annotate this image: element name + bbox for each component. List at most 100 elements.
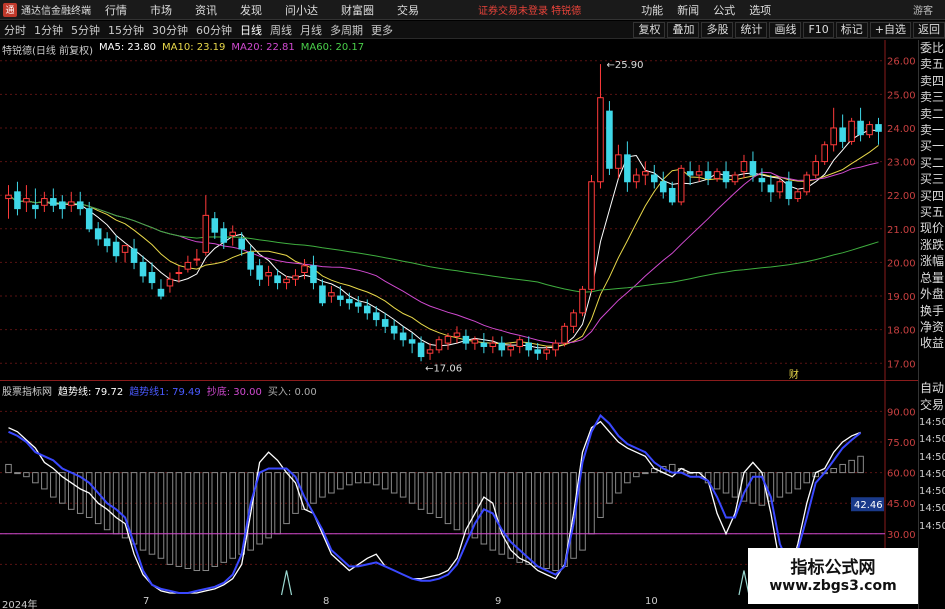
candle — [785, 171, 793, 206]
menu-options[interactable]: 选项 — [749, 2, 771, 18]
menu-market[interactable]: 市场 — [150, 2, 172, 18]
candle — [193, 248, 201, 266]
side-item[interactable]: 涨幅 — [919, 253, 945, 269]
candle — [857, 107, 864, 142]
candle — [642, 161, 649, 186]
overlay-button[interactable]: 叠加 — [667, 21, 700, 38]
candle-body — [363, 305, 371, 314]
side-item[interactable]: 外盘 — [919, 286, 945, 302]
side-item[interactable]: 委比 — [919, 40, 945, 56]
back-button[interactable]: 返回 — [913, 21, 945, 38]
candle — [426, 343, 434, 360]
side-item[interactable]: 交易 — [919, 397, 945, 414]
candle-body — [579, 288, 586, 314]
candle — [139, 255, 147, 283]
candle-body — [561, 325, 568, 344]
side-item[interactable]: 卖三 — [919, 89, 945, 105]
candle — [381, 312, 389, 334]
menu-news[interactable]: 资讯 — [195, 2, 217, 18]
side-item[interactable]: 卖四 — [919, 73, 945, 89]
main-chart-panel[interactable]: 26.00 25.00 24.00 23.00 22.00 21.00 20.00 19.00… — [0, 40, 918, 380]
side-item[interactable]: 买二 — [919, 155, 945, 171]
candle-body — [23, 198, 30, 203]
mark-button[interactable]: 标记 — [835, 21, 868, 38]
title-bar: 通 通达信金融终端 行情 市场 资讯 发现 问小达 财富圈 交易 证券交易未登录… — [0, 0, 945, 20]
low-price-label: ←17.06 — [425, 363, 462, 374]
tab-monthly[interactable]: 月线 — [296, 22, 326, 38]
tab-daily[interactable]: 日线 — [236, 22, 266, 38]
side-item[interactable]: 涨跌 — [919, 237, 945, 253]
histogram-bar — [310, 472, 317, 504]
candle-body — [489, 342, 497, 347]
candle-body — [310, 265, 317, 284]
menu-formula[interactable]: 公式 — [713, 2, 735, 18]
app-title: 通达信金融终端 — [21, 6, 91, 17]
candle-body — [453, 332, 461, 337]
side-item[interactable]: 现价 — [919, 220, 945, 236]
login-notice[interactable]: 证券交易未登录 特锐德 — [478, 2, 581, 17]
side-item[interactable]: 买四 — [919, 188, 945, 204]
side-item[interactable]: 总量 — [919, 270, 945, 286]
menu-discover[interactable]: 发现 — [240, 2, 262, 18]
candle-body — [624, 154, 631, 183]
menu-trade[interactable]: 交易 — [397, 2, 419, 18]
candlestick-chart[interactable]: 26.00 25.00 24.00 23.00 22.00 21.00 20.00 19.00… — [0, 40, 918, 380]
candle-body — [381, 319, 389, 327]
menu-ask[interactable]: 问小达 — [285, 2, 318, 18]
side-item[interactable]: 卖二 — [919, 106, 945, 122]
histogram-bar — [803, 472, 811, 484]
histogram-bar — [426, 472, 434, 514]
candle-body — [94, 228, 102, 240]
histogram-bar — [372, 472, 380, 486]
y-tick-label: 22.00 — [887, 191, 916, 202]
side-item[interactable]: 卖一 — [919, 122, 945, 138]
menu-newsfeed[interactable]: 新闻 — [677, 2, 699, 18]
tab-more[interactable]: 更多 — [367, 22, 397, 38]
finance-marker: 财 — [789, 368, 799, 380]
candle-body — [337, 295, 344, 300]
stats-button[interactable]: 统计 — [735, 21, 768, 38]
tab-30min[interactable]: 30分钟 — [148, 22, 192, 38]
tab-5min[interactable]: 5分钟 — [67, 22, 104, 38]
candle — [489, 336, 497, 354]
y-tick-label: 45.00 — [887, 499, 916, 510]
candle-body — [848, 120, 855, 142]
candle-body — [767, 184, 775, 193]
candle-body — [839, 127, 846, 142]
side-item[interactable]: 自动 — [919, 380, 945, 397]
guest-label[interactable]: 游客 — [913, 2, 933, 17]
app-logo-icon: 通 — [3, 2, 17, 17]
side-item[interactable]: 买三 — [919, 171, 945, 187]
menu-function[interactable]: 功能 — [641, 2, 663, 18]
tab-multi[interactable]: 多周期 — [326, 22, 367, 38]
histogram-bar — [265, 472, 272, 539]
candle — [220, 222, 228, 249]
menu-wealth[interactable]: 财富圈 — [341, 2, 374, 18]
side-item[interactable]: 净资 — [919, 319, 945, 335]
adjust-button[interactable]: 复权 — [633, 21, 666, 38]
side-item[interactable]: 卖五 — [919, 56, 945, 72]
y-tick-label: 75.00 — [887, 438, 916, 449]
side-item[interactable]: 收益 — [919, 335, 945, 351]
draw-button[interactable]: 画线 — [769, 21, 802, 38]
tab-15min[interactable]: 15分钟 — [104, 22, 148, 38]
y-tick-label: 23.00 — [887, 158, 916, 169]
candle-body — [435, 339, 443, 351]
tab-60min[interactable]: 60分钟 — [192, 22, 236, 38]
candle — [552, 339, 559, 357]
add-watchlist-button[interactable]: +自选 — [869, 21, 911, 38]
tab-1min[interactable]: 1分钟 — [30, 22, 67, 38]
menu-quotes[interactable]: 行情 — [105, 2, 127, 18]
candle-body — [184, 261, 192, 270]
side-item[interactable]: 换手 — [919, 303, 945, 319]
candle-body — [794, 191, 802, 200]
multi-stock-button[interactable]: 多股 — [701, 21, 734, 38]
tab-weekly[interactable]: 周线 — [266, 22, 296, 38]
time-label: 14:50 — [919, 503, 945, 515]
candle — [50, 188, 57, 212]
tab-intraday[interactable]: 分时 — [0, 22, 30, 38]
histogram-bar — [220, 472, 228, 563]
f10-button[interactable]: F10 — [803, 21, 834, 38]
side-item[interactable]: 买一 — [919, 138, 945, 154]
side-item[interactable]: 买五 — [919, 204, 945, 220]
